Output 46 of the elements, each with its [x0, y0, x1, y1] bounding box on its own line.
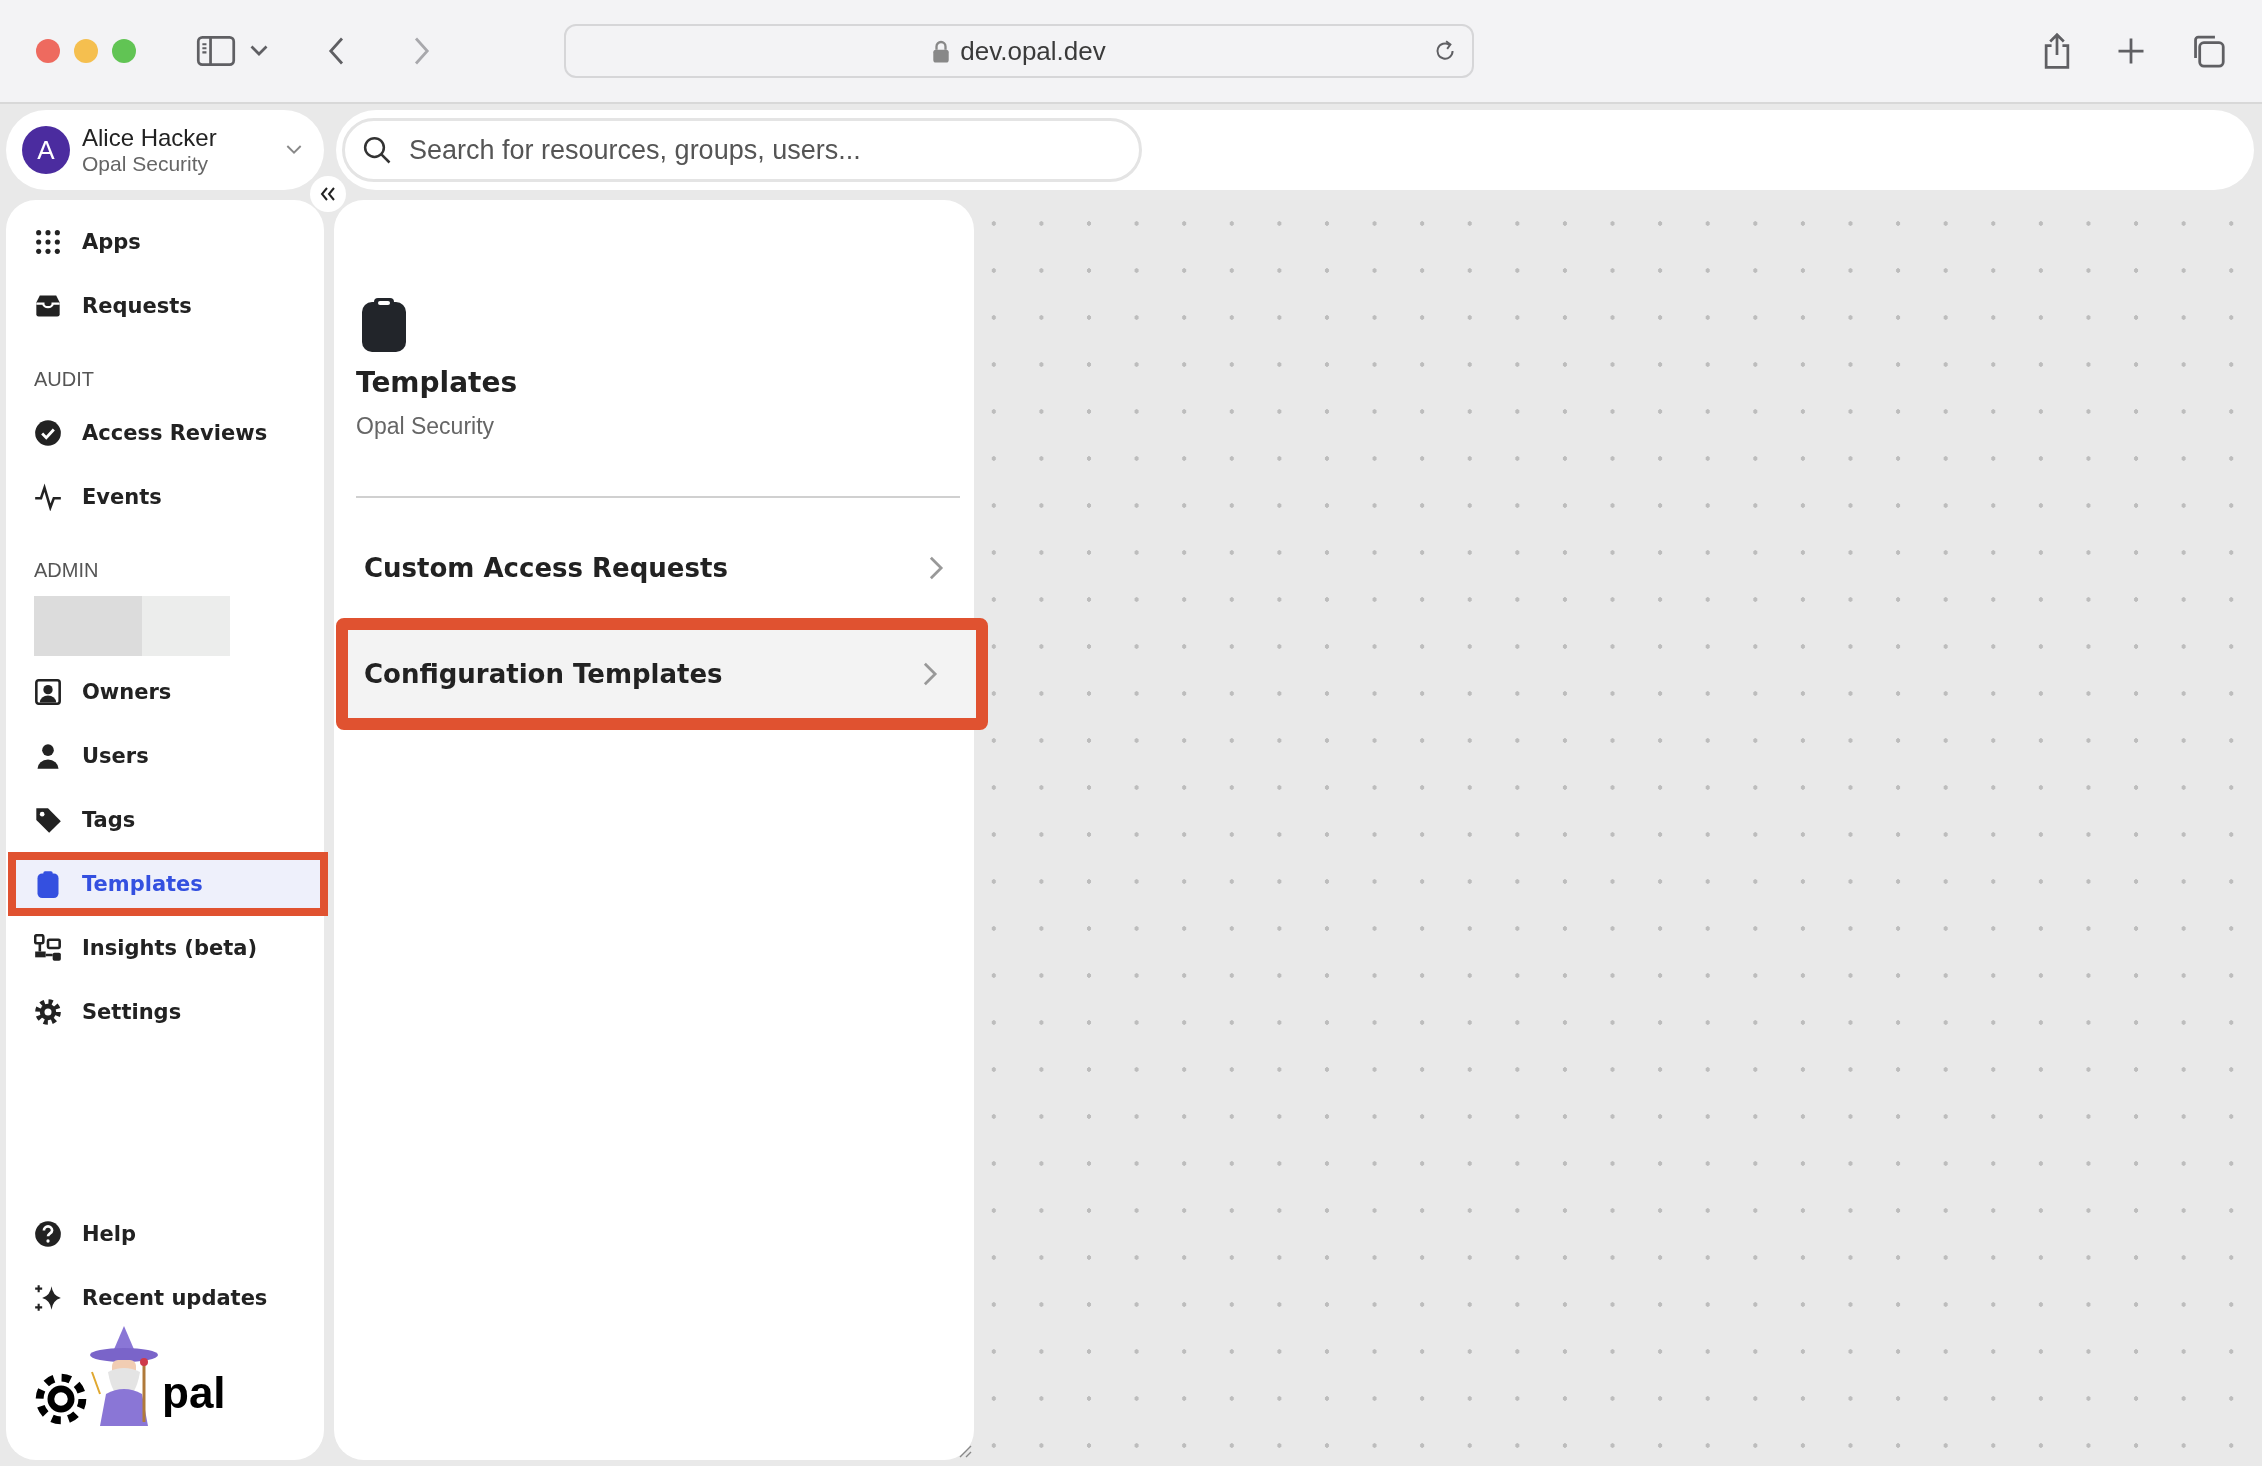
organization-name: Opal Security — [82, 152, 210, 176]
nav-item[interactable]: Access Reviews — [22, 401, 312, 465]
url-text: dev.opal.dev — [960, 35, 1106, 67]
connected-blocks-icon — [34, 934, 62, 962]
template-list-item[interactable]: Configuration Templates — [336, 618, 988, 730]
lock-icon — [932, 39, 951, 63]
panel-subtitle: Opal Security — [356, 413, 496, 440]
activity-icon — [34, 483, 62, 511]
check-circle-icon — [34, 419, 62, 447]
nav-item[interactable]: Recent updates — [22, 1266, 312, 1330]
help-icon — [34, 1220, 62, 1248]
double-chevron-left-icon — [319, 186, 337, 202]
collapse-sidebar-button[interactable] — [310, 176, 346, 212]
grid-dots-icon — [34, 228, 62, 256]
close-window-button[interactable] — [36, 39, 60, 63]
nav-item[interactable]: Insights (beta) — [22, 916, 312, 980]
account-switcher[interactable]: A Alice Hacker Opal Security — [6, 110, 324, 190]
person-frame-icon — [34, 678, 62, 706]
nav-item[interactable]: Owners — [22, 660, 312, 724]
user-name: Alice Hacker — [82, 124, 218, 152]
search-field[interactable]: Search for resources, groups, users... — [342, 118, 1142, 182]
share-icon[interactable] — [2042, 32, 2072, 70]
nav-item[interactable]: Requests — [22, 274, 312, 338]
address-bar[interactable]: dev.opal.dev — [564, 24, 1474, 78]
nav-item[interactable]: Apps — [22, 210, 312, 274]
template-list-item[interactable]: Custom Access Requests — [356, 524, 960, 612]
gear-logo-icon — [34, 1372, 88, 1426]
sidebar-toggle-icon[interactable] — [196, 36, 236, 66]
section-heading: ADMIN — [34, 559, 100, 582]
nav-item[interactable]: Templates — [8, 852, 328, 916]
nav-item[interactable]: Settings — [22, 980, 312, 1044]
tag-icon — [34, 806, 62, 834]
nav-item[interactable]: Tags — [22, 788, 312, 852]
clipboard-icon — [360, 296, 408, 352]
nav-item[interactable]: Users — [22, 724, 312, 788]
chevron-down-icon — [286, 144, 302, 156]
nav-item[interactable]: Help — [22, 1202, 312, 1266]
section-heading: AUDIT — [34, 368, 95, 391]
search-icon — [362, 135, 392, 165]
logo-text: pal — [162, 1368, 226, 1418]
settings-icon — [34, 998, 62, 1026]
plus-icon[interactable] — [2116, 36, 2146, 66]
avatar: A — [22, 126, 70, 174]
nav-item[interactable]: Events — [22, 465, 312, 529]
sparkles-icon — [34, 1284, 62, 1312]
panel-title: Templates — [356, 366, 519, 399]
